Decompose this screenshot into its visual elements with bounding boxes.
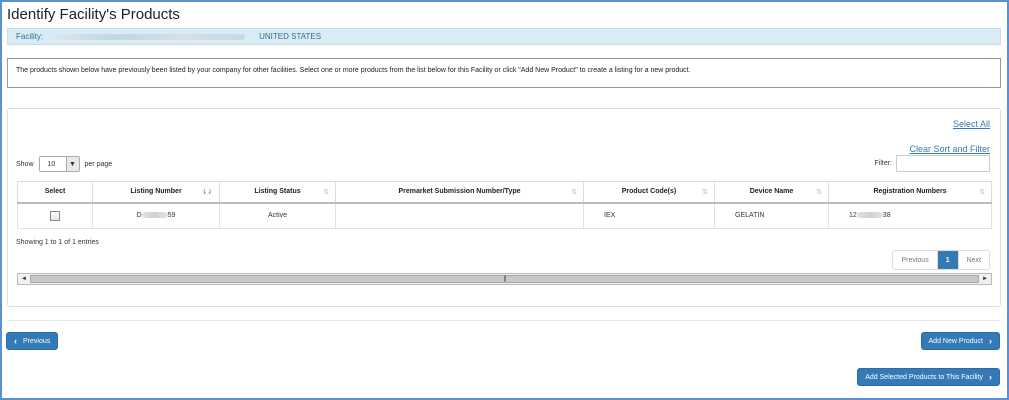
add-new-product-label: Add New Product [928, 337, 983, 345]
scrollbar-thumb[interactable]: ||| [30, 275, 979, 283]
chevron-left-icon: ‹ [14, 335, 17, 346]
column-header-product-code[interactable]: Product Code(s) ⇅ [583, 181, 715, 204]
cell-device-name: GELATIN [714, 202, 829, 229]
sort-both-icon[interactable]: ⇅ [323, 188, 329, 196]
pagination-next[interactable]: Next [957, 251, 989, 269]
filter-control: Filter: [874, 155, 990, 172]
horizontal-scrollbar[interactable]: ◄ ||| ► [17, 273, 992, 285]
sort-both-icon[interactable]: ⇅ [702, 188, 708, 196]
products-panel: Select All Clear Sort and Filter Show 10… [7, 108, 1001, 307]
column-header-select: Select [17, 181, 93, 204]
sort-both-icon[interactable]: ⇅ [816, 188, 822, 196]
previous-button-label: Previous [23, 337, 51, 345]
divider [7, 320, 1001, 321]
table-header-row: Select Listing Number ⇂⇃ Listing Status ⇅ … [17, 181, 992, 204]
row-select-checkbox[interactable] [50, 210, 60, 221]
column-header-device-name[interactable]: Device Name ⇅ [714, 181, 829, 204]
cell-premarket [335, 202, 584, 229]
pagination-page-1[interactable]: 1 [936, 251, 958, 269]
page-size-select[interactable]: 10 ▼ [38, 156, 80, 172]
scroll-left-icon[interactable]: ◄ [18, 274, 30, 284]
column-header-registration-numbers[interactable]: Registration Numbers ⇅ [828, 181, 992, 204]
add-selected-products-label: Add Selected Products to This Facility [865, 373, 983, 381]
facility-country: UNITED STATES [259, 32, 322, 41]
page-size-control: Show 10 ▼ per page [16, 156, 112, 172]
column-header-premarket[interactable]: Premarket Submission Number/Type ⇅ [335, 181, 584, 204]
add-new-product-button[interactable]: Add New Product › [920, 332, 1000, 350]
info-message: The products shown below have previously… [16, 67, 691, 74]
info-message-box: The products shown below have previously… [7, 58, 1001, 88]
sort-desc-icon[interactable]: ⇂⇃ [201, 188, 213, 196]
scroll-right-icon[interactable]: ► [979, 274, 991, 284]
cell-listing-status: Active [219, 202, 336, 229]
column-header-listing-number[interactable]: Listing Number ⇂⇃ [92, 181, 220, 204]
per-page-label: per page [84, 160, 113, 168]
page-title: Identify Facility's Products [7, 6, 180, 23]
cell-registration-numbers: 12 38 [828, 202, 992, 229]
facility-label: Facility: [16, 32, 44, 41]
products-table: Select Listing Number ⇂⇃ Listing Status ⇅ … [17, 181, 992, 229]
table-row: D 59 Active IEX GELATIN 12 38 [17, 202, 992, 229]
grip-icon: ||| [503, 276, 507, 282]
show-label: Show [16, 160, 34, 168]
entries-info: Showing 1 to 1 of 1 entries [16, 239, 99, 246]
chevron-right-icon: › [989, 371, 992, 382]
select-all-link[interactable]: Select All [953, 119, 990, 129]
cell-select [17, 202, 93, 229]
redacted-mask [856, 212, 883, 219]
pagination-previous[interactable]: Previous [893, 251, 937, 269]
sort-both-icon[interactable]: ⇅ [571, 188, 577, 196]
sort-both-icon[interactable]: ⇅ [979, 188, 985, 196]
facility-name-redacted [55, 33, 246, 40]
cell-product-code: IEX [583, 202, 715, 229]
chevron-down-icon: ▼ [65, 157, 79, 171]
clear-sort-filter-link[interactable]: Clear Sort and Filter [909, 144, 990, 154]
facility-bar: Facility: UNITED STATES [7, 28, 1001, 45]
cell-listing-number: D 59 [92, 202, 220, 229]
add-selected-products-button[interactable]: Add Selected Products to This Facility › [857, 368, 1000, 386]
page-size-value: 10 [47, 160, 56, 168]
filter-label: Filter: [874, 160, 893, 167]
chevron-right-icon: › [989, 335, 992, 346]
previous-button[interactable]: ‹ Previous [6, 332, 59, 350]
redacted-mask [141, 212, 168, 219]
pagination: Previous 1 Next [892, 250, 990, 270]
column-header-listing-status[interactable]: Listing Status ⇅ [219, 181, 336, 204]
filter-input[interactable] [896, 155, 990, 172]
